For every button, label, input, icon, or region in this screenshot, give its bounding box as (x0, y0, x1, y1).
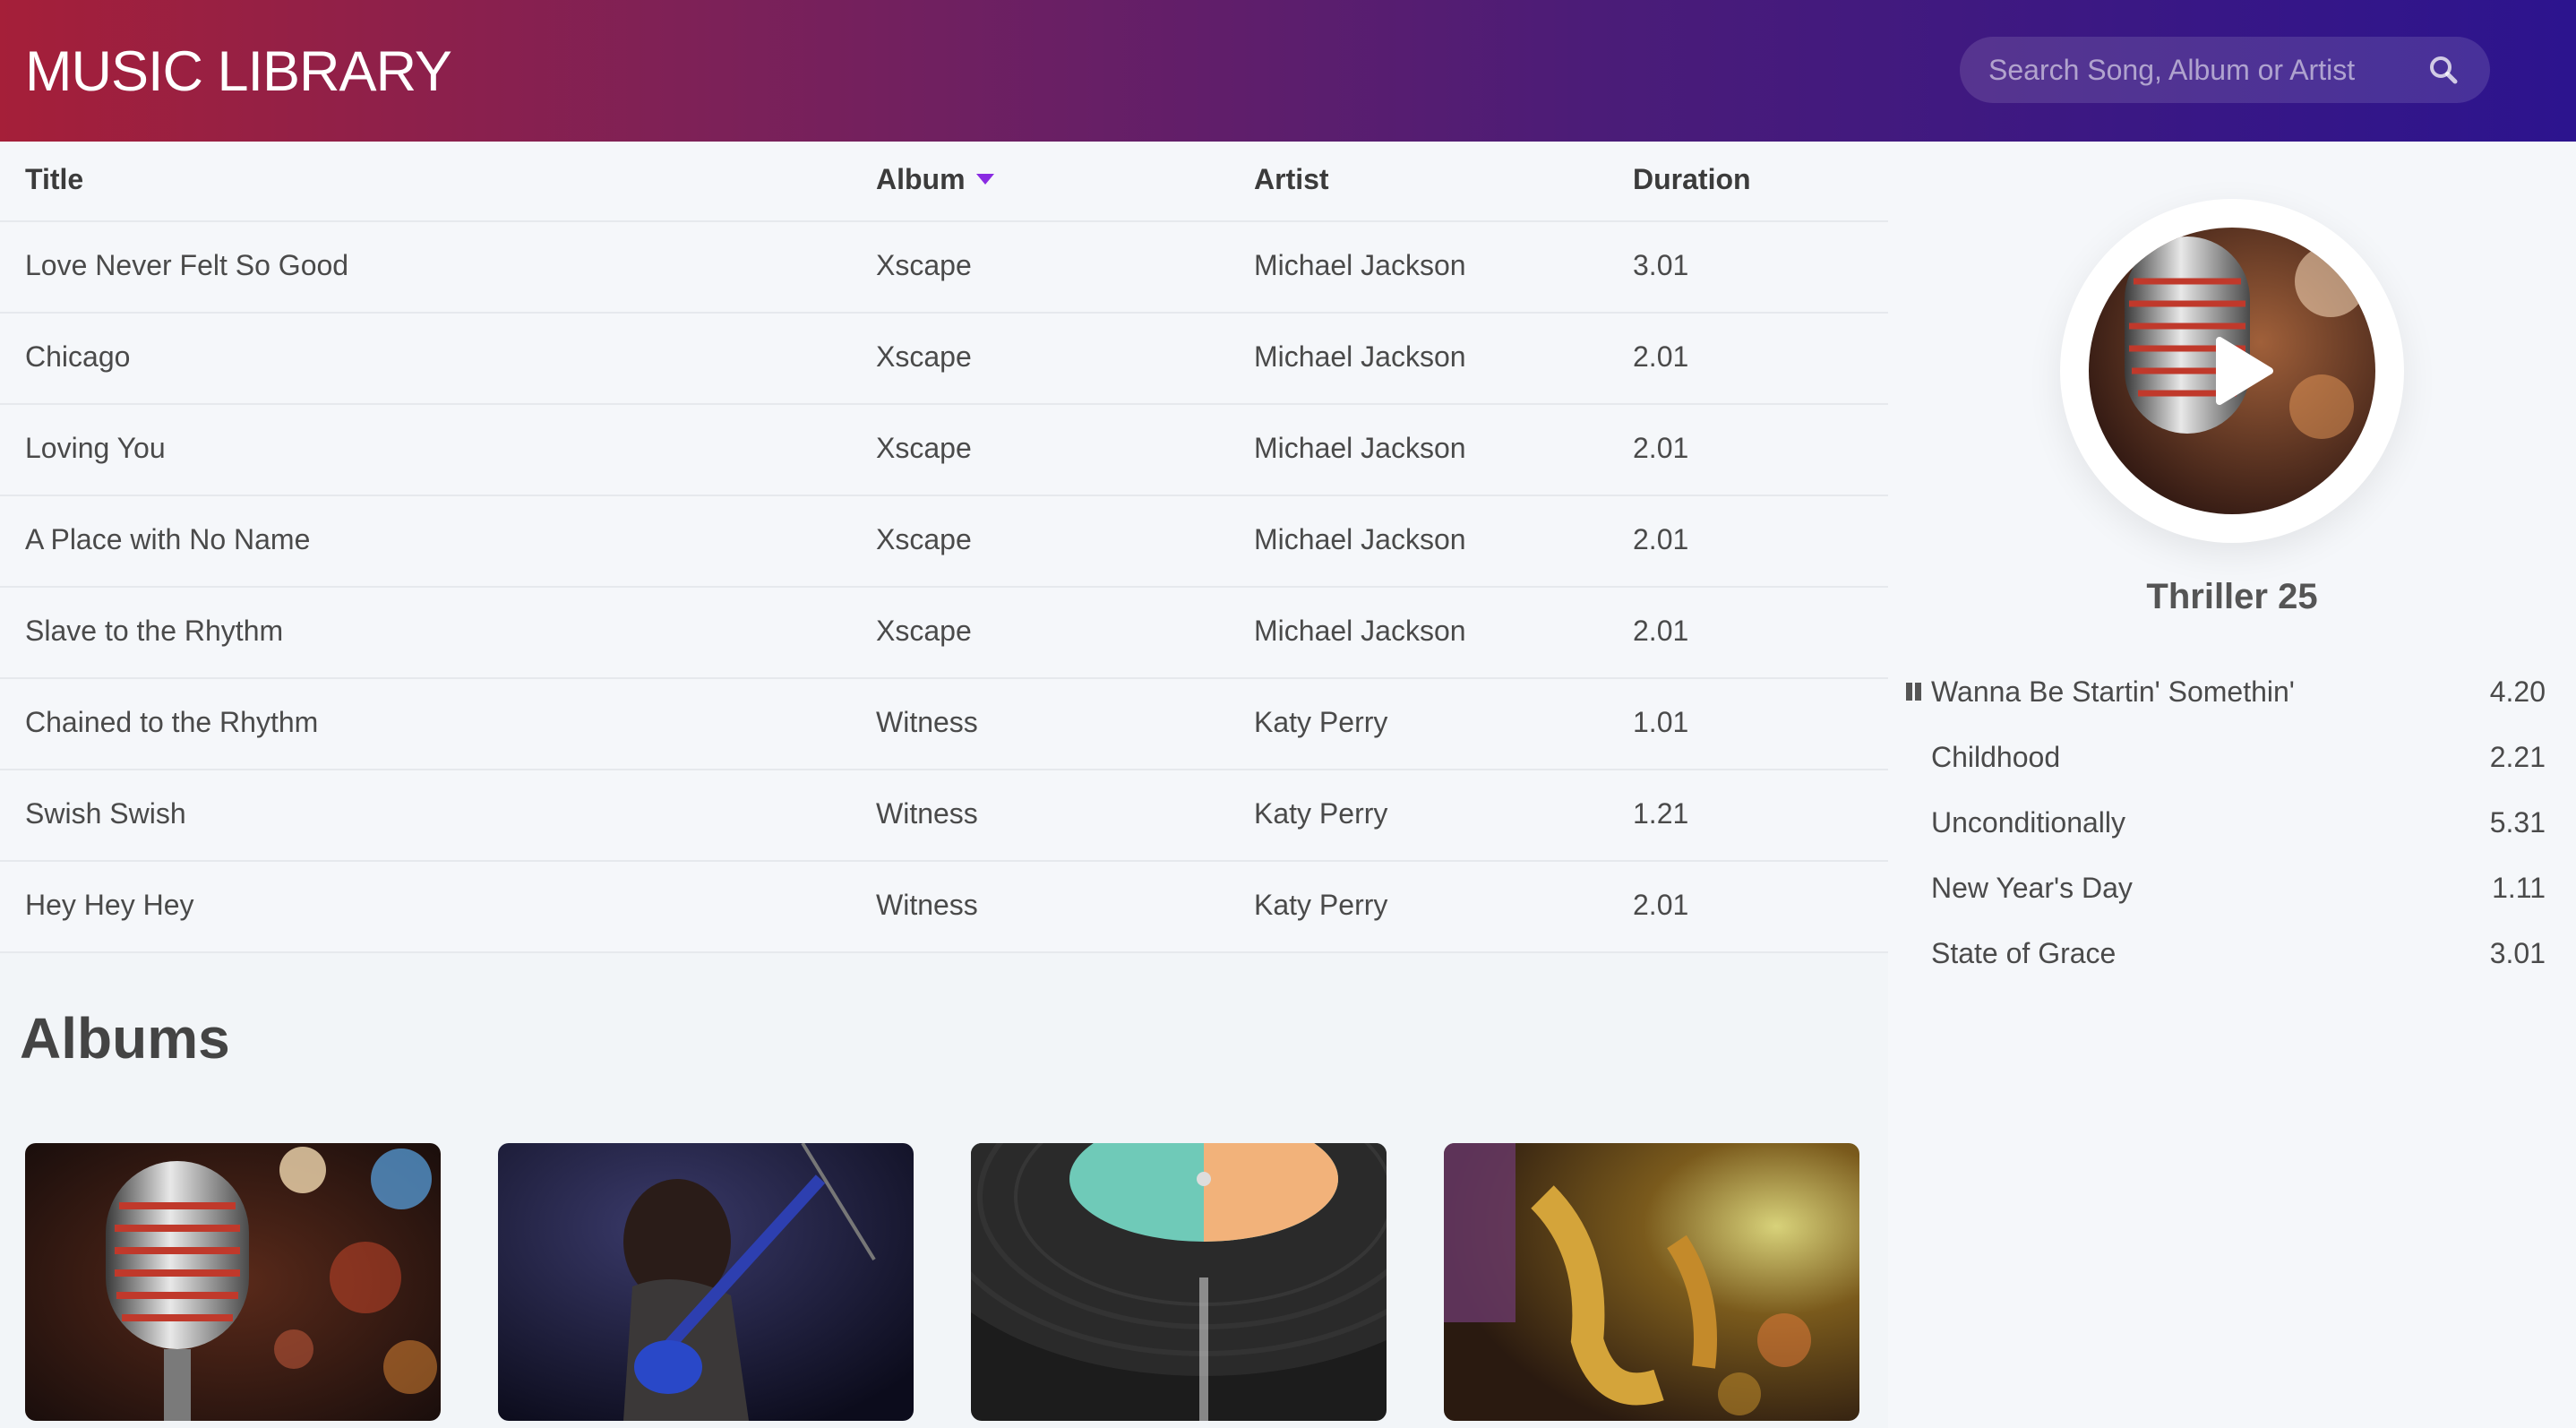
albums-heading: Albums (20, 1006, 230, 1071)
song-duration: 2.01 (1633, 615, 1689, 647)
song-album: Witness (876, 889, 978, 921)
song-album: Witness (876, 797, 978, 830)
song-album: Xscape (876, 249, 972, 281)
song-duration: 1.01 (1633, 706, 1689, 738)
track-duration: 1.11 (2492, 872, 2546, 904)
songs-table: Title Album Artist Duration Love Never F… (0, 142, 1888, 953)
table-row[interactable]: Love Never Felt So Good Xscape Michael Jac… (0, 222, 1888, 314)
song-title: Loving You (25, 432, 166, 464)
sort-caret-icon[interactable] (975, 173, 994, 185)
song-title: Swish Swish (25, 797, 186, 830)
column-header-album[interactable]: Album (876, 163, 994, 196)
album-card-vinyl[interactable] (971, 1143, 1387, 1421)
pause-icon[interactable] (1906, 683, 1922, 701)
song-title: Slave to the Rhythm (25, 615, 284, 647)
song-album: Xscape (876, 523, 972, 555)
track-name: Childhood (1931, 741, 2061, 773)
track-duration: 3.01 (2489, 937, 2546, 969)
song-duration: 2.01 (1633, 432, 1689, 464)
table-row[interactable]: Chicago Xscape Michael Jackson 2.01 (0, 314, 1888, 405)
table-row[interactable]: Swish Swish Witness Katy Perry 1.21 (0, 770, 1888, 862)
song-artist: Michael Jackson (1254, 432, 1466, 464)
track-duration: 5.31 (2489, 806, 2546, 839)
now-playing-panel: Thriller 25 Wanna Be Startin' Somethin' 4… (1888, 142, 2576, 1428)
column-header-title[interactable]: Title (25, 163, 83, 196)
app-title: MUSIC LIBRARY (25, 40, 452, 103)
search-icon[interactable] (2427, 54, 2460, 86)
song-album: Xscape (876, 340, 972, 373)
album-card-guitarist[interactable] (498, 1143, 914, 1421)
song-duration: 1.21 (1633, 797, 1689, 830)
saxophone-band-image (1444, 1143, 1859, 1421)
table-body: Love Never Felt So Good Xscape Michael Jac… (0, 222, 1888, 953)
table-row[interactable]: A Place with No Name Xscape Michael Jackso… (0, 496, 1888, 588)
song-title: Chained to the Rhythm (25, 706, 319, 738)
track-name: Unconditionally (1931, 806, 2126, 839)
song-album: Witness (876, 706, 978, 738)
track-item[interactable]: State of Grace 3.01 (1888, 937, 2576, 1002)
song-artist: Michael Jackson (1254, 615, 1466, 647)
guitarist-concert-image (498, 1143, 914, 1421)
track-name: State of Grace (1931, 937, 2117, 969)
song-title: Chicago (25, 340, 131, 373)
tracklist: Wanna Be Startin' Somethin' 4.20 Childhood… (1888, 675, 2576, 1002)
table-row[interactable]: Chained to the Rhythm Witness Katy Perry 1.… (0, 679, 1888, 770)
vintage-microphone-image (25, 1143, 441, 1421)
track-item[interactable]: Childhood 2.21 (1888, 741, 2576, 806)
track-duration: 2.21 (2489, 741, 2546, 773)
search-box[interactable] (1960, 37, 2490, 103)
play-icon[interactable] (2205, 335, 2277, 407)
song-album: Xscape (876, 615, 972, 647)
song-artist: Michael Jackson (1254, 249, 1466, 281)
column-header-duration[interactable]: Duration (1633, 163, 1751, 196)
search-input[interactable] (1988, 37, 2418, 103)
track-duration: 4.20 (2489, 675, 2546, 708)
track-item[interactable]: Wanna Be Startin' Somethin' 4.20 (1888, 675, 2576, 741)
song-duration: 3.01 (1633, 249, 1689, 281)
track-name: Wanna Be Startin' Somethin' (1931, 675, 2295, 708)
album-card-microphone[interactable] (25, 1143, 441, 1421)
song-artist: Michael Jackson (1254, 523, 1466, 555)
song-duration: 2.01 (1633, 889, 1689, 921)
vinyl-record-image (971, 1143, 1387, 1421)
song-artist: Michael Jackson (1254, 340, 1466, 373)
song-title: A Place with No Name (25, 523, 311, 555)
app-header: MUSIC LIBRARY (0, 0, 2576, 142)
song-artist: Katy Perry (1254, 797, 1388, 830)
song-title: Love Never Felt So Good (25, 249, 349, 281)
song-title: Hey Hey Hey (25, 889, 194, 921)
song-duration: 2.01 (1633, 523, 1689, 555)
table-row[interactable]: Slave to the Rhythm Xscape Michael Jackson… (0, 588, 1888, 679)
album-cover[interactable] (2089, 228, 2375, 514)
album-cover-ring[interactable] (2060, 199, 2404, 543)
song-artist: Katy Perry (1254, 889, 1388, 921)
song-album: Xscape (876, 432, 972, 464)
album-card-saxophone[interactable] (1444, 1143, 1859, 1421)
now-playing-album-title: Thriller 25 (2146, 577, 2318, 616)
song-artist: Katy Perry (1254, 706, 1388, 738)
song-duration: 2.01 (1633, 340, 1689, 373)
table-row[interactable]: Loving You Xscape Michael Jackson 2.01 (0, 405, 1888, 496)
track-item[interactable]: Unconditionally 5.31 (1888, 806, 2576, 872)
track-name: New Year's Day (1931, 872, 2133, 904)
column-header-artist[interactable]: Artist (1254, 163, 1329, 196)
table-row[interactable]: Hey Hey Hey Witness Katy Perry 2.01 (0, 862, 1888, 953)
track-item[interactable]: New Year's Day 1.11 (1888, 872, 2576, 937)
table-header: Title Album Artist Duration (0, 142, 1888, 222)
